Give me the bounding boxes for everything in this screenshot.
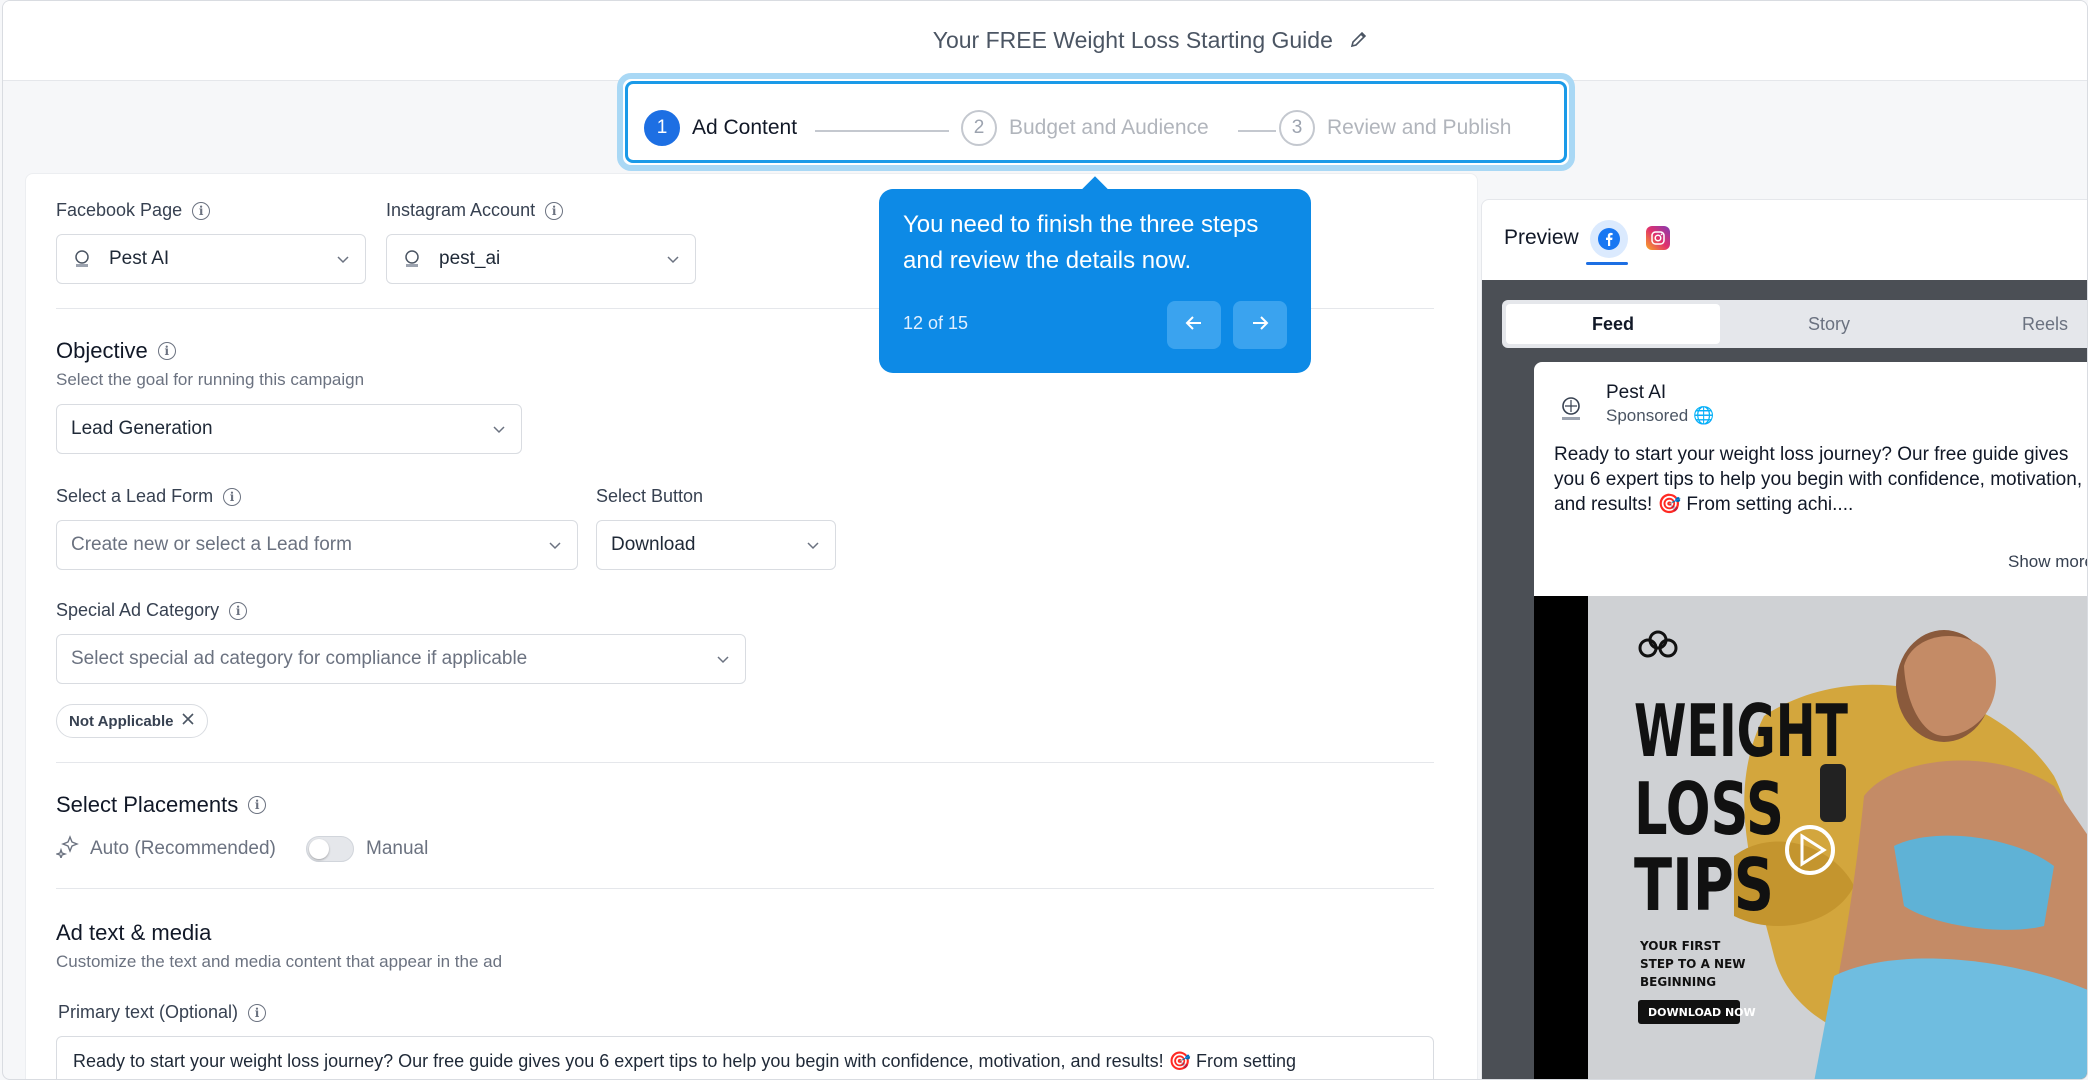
ad-preview-panel: Preview Feed Story Reels Pest AI Sponsor…: [1481, 199, 2087, 1079]
manual-label: Manual: [366, 838, 429, 859]
chevron-down-icon: [547, 537, 563, 559]
post-text: Ready to start your weight loss journey?…: [1554, 444, 2083, 515]
page-avatar: [1554, 392, 1588, 426]
info-icon[interactable]: i: [157, 342, 176, 360]
stepper-highlight: 1 Ad Content 2 Budget and Audience 3 Rev…: [617, 73, 1575, 171]
tooltip-next-button[interactable]: [1233, 301, 1287, 349]
ad-cta-text: DOWNLOAD NOW: [1648, 1006, 1756, 1019]
facebook-tab-indicator: [1586, 262, 1628, 265]
page-title: Your FREE Weight Loss Starting Guide: [3, 27, 2087, 55]
ad-headline-line-1: WEIGHT: [1634, 689, 1848, 773]
sparkle-icon: [54, 834, 80, 864]
primary-text-label: Primary text (Optional) i: [58, 1002, 267, 1023]
tooltip-counter: 12 of 15: [903, 313, 969, 333]
chevron-down-icon: [491, 421, 507, 443]
info-icon[interactable]: i: [229, 601, 248, 620]
ad-tagline-line-1: YOUR FIRST: [1639, 939, 1721, 953]
step-connector: [1238, 130, 1276, 132]
info-icon[interactable]: i: [545, 201, 564, 220]
manual-placement-toggle[interactable]: [306, 836, 354, 862]
instagram-account-select[interactable]: pest_ai: [386, 234, 696, 284]
placements-heading: Select Placements i: [56, 792, 267, 818]
divider: [56, 888, 1434, 889]
stepper: 1 Ad Content 2 Budget and Audience 3 Rev…: [625, 81, 1567, 163]
tab-story[interactable]: Story: [1722, 304, 1936, 344]
ad-text-media-heading: Ad text & media: [56, 920, 212, 945]
chevron-down-icon: [335, 251, 351, 273]
tooltip-text: You need to finish the three steps and r…: [903, 211, 1259, 274]
not-applicable-chip: Not Applicable: [56, 704, 209, 738]
objective-select[interactable]: Lead Generation: [56, 404, 522, 454]
lead-form-select[interactable]: Create new or select a Lead form: [56, 520, 578, 570]
edit-pencil-icon[interactable]: [1349, 28, 1369, 55]
close-icon[interactable]: [181, 712, 195, 730]
facebook-icon[interactable]: [1590, 220, 1628, 258]
ad-tagline-line-3: BEGINNING: [1640, 975, 1716, 989]
chevron-down-icon: [805, 537, 821, 559]
facebook-page-label: Facebook Page i: [56, 200, 211, 221]
post-sponsored: Sponsored 🌐: [1606, 406, 1715, 425]
preview-title: Preview: [1504, 226, 1579, 249]
play-icon[interactable]: [1786, 826, 1836, 876]
app-frame: Your FREE Weight Loss Starting Guide Fac…: [2, 0, 2088, 1080]
instagram-account-label: Instagram Account i: [386, 200, 564, 221]
tooltip-prev-button[interactable]: [1167, 301, 1221, 349]
preview-format-tabs: Feed Story Reels: [1502, 300, 2087, 348]
objective-heading: Objective i: [56, 338, 176, 364]
info-icon[interactable]: i: [248, 796, 267, 814]
instagram-icon[interactable]: [1646, 226, 1670, 250]
divider: [56, 762, 1434, 763]
info-icon[interactable]: i: [192, 201, 211, 220]
lead-form-label: Select a Lead Form i: [56, 486, 242, 507]
arrow-right-icon: [1249, 312, 1271, 339]
select-button-label: Select Button: [596, 486, 704, 506]
top-bar: Your FREE Weight Loss Starting Guide: [3, 1, 2087, 81]
auto-placement-option: Auto (Recommended): [54, 834, 276, 864]
info-icon[interactable]: i: [223, 487, 242, 506]
special-ad-category-select[interactable]: Select special ad category for complianc…: [56, 634, 746, 684]
ad-headline-line-3: TIPS: [1634, 843, 1774, 927]
ad-text-media-subtitle: Customize the text and media content tha…: [56, 952, 503, 971]
objective-subtitle: Select the goal for running this campaig…: [56, 370, 365, 389]
preview-canvas: Feed Story Reels Pest AI Sponsored 🌐 ✕ R…: [1482, 280, 2087, 1079]
special-ad-category-label: Special Ad Category i: [56, 600, 248, 621]
ad-creative-image: WEIGHT LOSS TIPS YOUR FIRST STEP TO A NE…: [1534, 596, 2087, 1079]
facebook-page-select[interactable]: Pest AI: [56, 234, 366, 284]
post-page-name: Pest AI: [1606, 382, 1667, 403]
tab-reels[interactable]: Reels: [1938, 304, 2087, 344]
chevron-down-icon: [715, 651, 731, 673]
arrow-left-icon: [1183, 312, 1205, 339]
ad-post-card: Pest AI Sponsored 🌐 ✕ Ready to start you…: [1534, 362, 2087, 1079]
chevron-down-icon: [665, 251, 681, 273]
account-logo-icon: [401, 248, 423, 270]
tour-tooltip: You need to finish the three steps and r…: [879, 189, 1311, 373]
globe-icon: 🌐: [1692, 406, 1715, 425]
toggle-knob: [309, 839, 329, 859]
step-connector: [815, 130, 949, 132]
cta-button-select[interactable]: Download: [596, 520, 836, 570]
campaign-title: Your FREE Weight Loss Starting Guide: [932, 27, 1333, 53]
show-more-link[interactable]: Show more: [2008, 552, 2087, 572]
info-icon[interactable]: i: [248, 1003, 267, 1022]
primary-text-input[interactable]: Ready to start your weight loss journey?…: [56, 1036, 1434, 1079]
step-budget-audience[interactable]: 2 Budget and Audience: [961, 110, 1209, 146]
ad-tagline-line-2: STEP TO A NEW: [1640, 957, 1746, 971]
page-logo-icon: [71, 248, 93, 270]
step-ad-content[interactable]: 1 Ad Content: [644, 110, 797, 146]
step-review-publish[interactable]: 3 Review and Publish: [1279, 110, 1511, 146]
tab-feed[interactable]: Feed: [1506, 304, 1720, 344]
ad-headline-line-2: LOSS: [1634, 767, 1784, 851]
